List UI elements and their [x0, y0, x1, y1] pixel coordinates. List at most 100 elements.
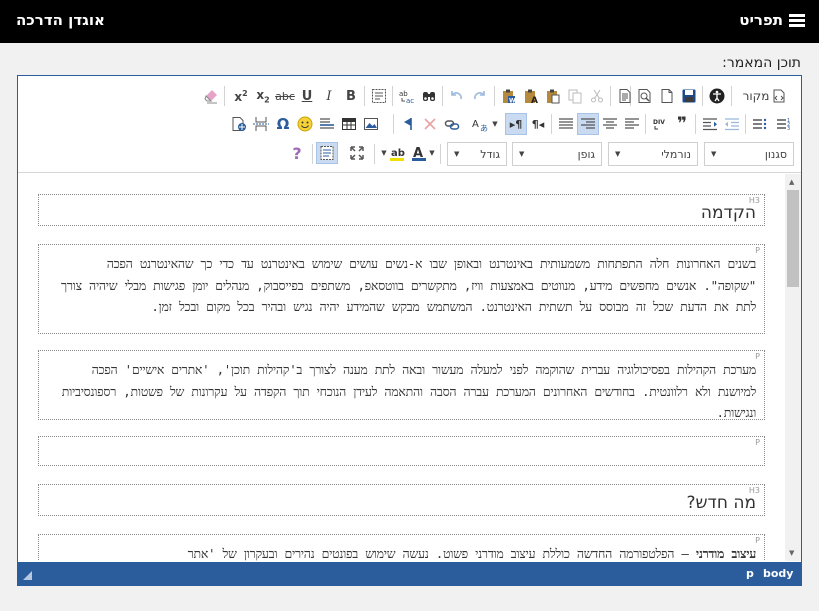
show-blocks-button[interactable] — [316, 142, 338, 164]
article-content-label: תוכן המאמר: — [722, 55, 801, 71]
smiley-button[interactable] — [294, 113, 316, 135]
scroll-up-icon[interactable]: ▲ — [789, 178, 794, 186]
div-icon: DIV — [653, 119, 665, 130]
chevron-down-icon: ▼ — [519, 150, 525, 158]
cut-button[interactable] — [586, 85, 608, 107]
maximize-icon — [350, 146, 364, 160]
bulleted-list-button[interactable] — [749, 113, 771, 135]
superscript-icon: x2 — [234, 88, 248, 104]
format-select[interactable]: נורמלי ▼ — [608, 142, 698, 166]
bidi-ltr-button[interactable]: ¶◂ — [527, 113, 549, 135]
align-left-button[interactable] — [621, 113, 643, 135]
paragraph-block[interactable]: P בשנים האחרונות חלה התפתחות משמעותית בא… — [38, 244, 765, 334]
redo-button[interactable] — [468, 85, 490, 107]
table-button[interactable] — [338, 113, 360, 135]
paste-icon — [547, 89, 560, 104]
cut-icon — [591, 89, 603, 103]
language-button[interactable]: A あ ▼ — [469, 113, 501, 135]
paragraph-block[interactable]: P מערכת הקהילות בפסיכולוגיה עברית שהוקמה… — [38, 350, 765, 420]
paragraph-block[interactable]: P עיצוב מודרני – הפלטפורמה החדשה כוללת ע… — [38, 534, 765, 561]
chevron-down-icon: ▼ — [492, 120, 498, 128]
justify-button[interactable] — [555, 113, 577, 135]
smiley-icon — [297, 116, 313, 132]
source-button[interactable]: מקור — [735, 85, 795, 107]
italic-button[interactable]: I — [318, 85, 340, 107]
vertical-scrollbar[interactable]: ▲ ▼ — [785, 174, 801, 561]
special-char-button[interactable]: Ω — [272, 113, 294, 135]
paste-button[interactable] — [542, 85, 564, 107]
horizontal-rule-icon — [320, 118, 334, 129]
chevron-down-icon: ▼ — [454, 150, 460, 158]
div-button[interactable]: DIV — [649, 113, 671, 135]
copy-icon — [568, 89, 582, 104]
subscript-icon: x2 — [256, 87, 270, 105]
horizontal-rule-button[interactable] — [316, 113, 338, 135]
blockquote-button[interactable]: ❞ — [671, 113, 693, 135]
replace-button[interactable]: ab ac — [396, 85, 418, 107]
copy-button[interactable] — [564, 85, 586, 107]
menu-button[interactable]: תפריט — [739, 11, 805, 29]
bidi-rtl-button[interactable]: ▸¶ — [505, 113, 527, 135]
svg-text:W: W — [509, 98, 516, 105]
image-button[interactable] — [360, 113, 382, 135]
preview-button[interactable] — [634, 85, 656, 107]
unlink-button[interactable] — [419, 113, 441, 135]
link-button[interactable] — [441, 113, 463, 135]
templates-button[interactable] — [614, 85, 636, 107]
path-body[interactable]: body — [763, 567, 793, 580]
page-break-button[interactable] — [250, 113, 272, 135]
accessibility-icon — [709, 88, 725, 104]
underline-button[interactable]: U — [296, 85, 318, 107]
paste-word-icon: W — [503, 89, 516, 105]
chevron-down-icon: ▼ — [711, 150, 717, 158]
save-icon — [682, 89, 696, 103]
heading-block[interactable]: H3 מה חדש? — [38, 484, 765, 516]
subscript-button[interactable]: x2 — [252, 85, 274, 107]
about-button[interactable]: ? — [286, 142, 308, 164]
site-title[interactable]: אוגדן הדרכה — [16, 11, 105, 29]
source-icon — [773, 89, 785, 103]
indent-button[interactable] — [699, 113, 721, 135]
select-all-icon — [372, 89, 386, 103]
undo-icon — [451, 91, 462, 100]
scroll-thumb[interactable] — [787, 190, 799, 287]
save-button[interactable] — [678, 85, 700, 107]
undo-button[interactable] — [446, 85, 468, 107]
align-center-button[interactable] — [599, 113, 621, 135]
new-page-button[interactable] — [656, 85, 678, 107]
find-button[interactable] — [418, 85, 440, 107]
svg-text:DIV: DIV — [653, 119, 665, 126]
heading-block[interactable]: H3 הקדמה — [38, 194, 765, 226]
superscript-button[interactable]: x2 — [230, 85, 252, 107]
chevron-down-icon: ▼ — [429, 149, 435, 157]
anchor-button[interactable] — [397, 113, 419, 135]
iframe-button[interactable] — [228, 113, 250, 135]
strike-button[interactable]: abc — [274, 85, 296, 107]
editor-toolbar: מקור A W ab ac B I U abc x2 x2 12 3 ❞ DI… — [18, 76, 801, 173]
paragraph-text: בשנים האחרונות חלה התפתחות משמעותית באינ… — [61, 256, 756, 314]
paste-word-button[interactable]: W — [498, 85, 520, 107]
bold-button[interactable]: B — [340, 85, 362, 107]
resize-grip-icon[interactable] — [23, 571, 32, 580]
numbered-list-button[interactable]: 123 — [773, 113, 795, 135]
editor-content[interactable]: H3 הקדמה P בשנים האחרונות חלה התפתחות מש… — [18, 174, 785, 561]
remove-format-button[interactable] — [200, 85, 222, 107]
preview-icon — [638, 89, 651, 103]
paste-text-button[interactable]: A — [520, 85, 542, 107]
styles-select[interactable]: סגנון ▼ — [704, 142, 794, 166]
block-tag: H3 — [748, 196, 760, 205]
format-value: נורמלי — [661, 147, 691, 161]
font-select[interactable]: גופן ▼ — [512, 142, 602, 166]
maximize-button[interactable] — [346, 142, 368, 164]
outdent-button[interactable] — [721, 113, 743, 135]
select-all-button[interactable] — [368, 85, 390, 107]
scroll-down-icon[interactable]: ▼ — [789, 549, 794, 557]
paragraph-block[interactable]: P — [38, 436, 765, 466]
block-tag: P — [755, 246, 760, 255]
path-p[interactable]: p — [746, 567, 754, 580]
text-color-button[interactable]: A ▼ — [409, 142, 437, 164]
accessibility-button[interactable] — [706, 85, 728, 107]
size-select[interactable]: גודל ▼ — [447, 142, 507, 166]
align-right-button[interactable] — [577, 113, 599, 135]
bg-color-button[interactable]: ▼ ab — [379, 142, 407, 164]
